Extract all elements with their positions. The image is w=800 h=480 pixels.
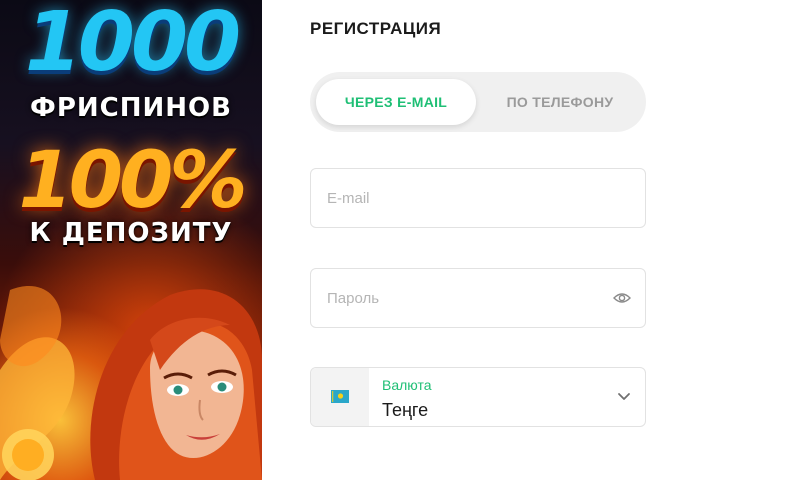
registration-method-tabs: ЧЕРЕЗ E-MAIL ПО ТЕЛЕФОНУ	[310, 72, 646, 132]
kazakhstan-flag-icon	[331, 390, 349, 403]
tab-phone[interactable]: ПО ТЕЛЕФОНУ	[480, 79, 640, 125]
registration-form: РЕГИСТРАЦИЯ ЧЕРЕЗ E-MAIL ПО ТЕЛЕФОНУ Вал…	[262, 0, 800, 480]
promo-bonus-label: К ДЕПОЗИТУ	[29, 218, 233, 248]
email-field-container	[310, 168, 646, 228]
tab-email[interactable]: ЧЕРЕЗ E-MAIL	[316, 79, 476, 125]
promo-banner[interactable]: 1000 ФРИСПИНОВ 100% К ДЕПОЗИТУ	[0, 0, 262, 480]
password-field[interactable]	[327, 269, 597, 327]
page-title: РЕГИСТРАЦИЯ	[310, 19, 442, 38]
password-field-container	[310, 268, 646, 328]
currency-value: Теңге	[382, 400, 429, 420]
chevron-down-icon	[618, 393, 630, 400]
currency-label: Валюта	[382, 377, 432, 393]
promo-freespins-number: 1000	[24, 0, 241, 90]
eye-icon[interactable]	[613, 291, 631, 305]
promo-bonus-percent: 100%	[18, 136, 248, 226]
currency-flag-box	[311, 368, 369, 426]
promo-freespins-label: ФРИСПИНОВ	[30, 93, 232, 123]
promo-character-illustration	[0, 286, 262, 480]
currency-select[interactable]: Валюта Теңге	[310, 367, 646, 427]
email-field[interactable]	[327, 169, 597, 227]
